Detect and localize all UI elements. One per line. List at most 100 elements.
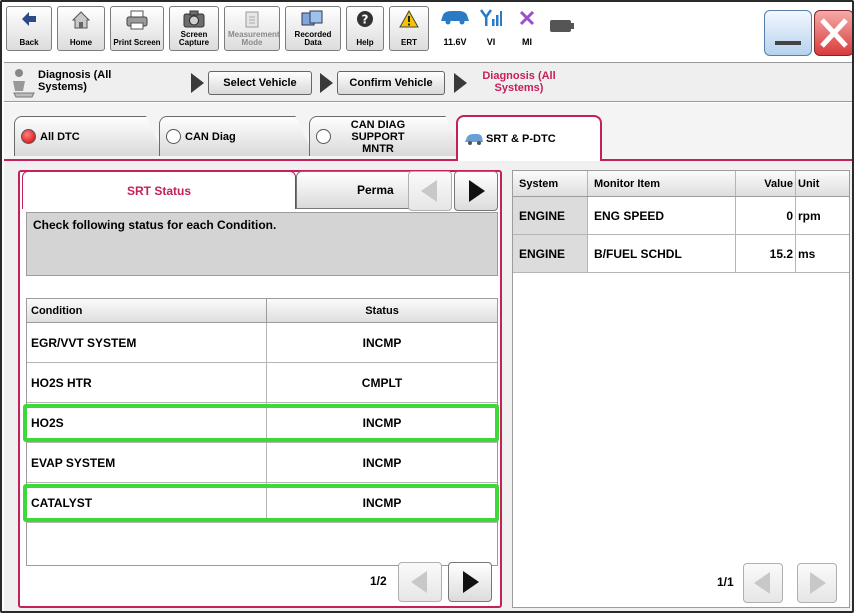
home-icon: [71, 11, 91, 29]
tab-can-diag[interactable]: CAN Diag: [159, 116, 314, 156]
tab-srt-status[interactable]: SRT Status: [22, 171, 296, 209]
status-cell: INCMP: [362, 415, 402, 430]
column-header-condition: Condition: [27, 299, 267, 322]
table-row[interactable]: HO2S INCMP: [23, 403, 499, 443]
breadcrumb-root[interactable]: Diagnosis (All Systems): [38, 69, 148, 93]
scroll-tabs-left-button[interactable]: [408, 171, 452, 211]
breadcrumb-arrow-icon: [191, 73, 204, 93]
close-button[interactable]: [814, 10, 852, 56]
system-cell: ENGINE: [513, 235, 588, 272]
status-cell: INCMP: [362, 335, 402, 350]
status-indicators: 11.6V VI MI: [437, 6, 579, 51]
monitor-previous-page-button[interactable]: [743, 563, 783, 603]
battery-voltage-indicator: 11.6V: [437, 6, 473, 51]
print-screen-button[interactable]: Print Screen: [110, 6, 164, 51]
home-button[interactable]: Home: [57, 6, 105, 51]
select-vehicle-button[interactable]: Select Vehicle: [208, 71, 312, 95]
table-header: Condition Status: [27, 299, 497, 323]
triangle-right-icon: [810, 572, 826, 594]
tab-can-diag-label: CAN Diag: [185, 130, 236, 143]
ert-label: ERT: [401, 38, 417, 47]
status-cell: INCMP: [362, 495, 402, 510]
close-icon: [820, 18, 848, 48]
condition-table: Condition Status EGR/VVT SYSTEM INCMP HO…: [23, 298, 499, 566]
print-screen-label: Print Screen: [113, 38, 161, 47]
monitor-row[interactable]: ENGINE B/FUEL SCHDL 15.2 ms: [513, 235, 849, 273]
scroll-tabs-right-button[interactable]: [454, 171, 498, 211]
tab-permanent-dtc[interactable]: Perma: [296, 171, 416, 209]
column-header-value: Value: [736, 171, 796, 196]
recorded-data-icon: [301, 10, 323, 26]
empty-status-icon: [166, 129, 181, 144]
previous-page-button[interactable]: [398, 562, 442, 602]
instruction-message: Check following status for each Conditio…: [26, 212, 498, 276]
condition-cell: EGR/VVT SYSTEM: [27, 323, 267, 362]
data-monitor-panel: System Monitor Item Value Unit ENGINE EN…: [512, 170, 850, 608]
condition-cell: CATALYST: [27, 483, 267, 522]
column-header-system: System: [513, 171, 588, 196]
car-icon: [441, 11, 469, 25]
battery-indicator: [545, 6, 579, 51]
condition-cell: HO2S: [27, 403, 267, 442]
tab-all-dtc-label: All DTC: [40, 130, 80, 143]
screen-capture-button[interactable]: Screen Capture: [169, 6, 219, 51]
table-row[interactable]: EVAP SYSTEM INCMP: [27, 443, 497, 483]
tab-all-dtc[interactable]: All DTC: [14, 116, 164, 156]
breadcrumb-current: Diagnosis (All Systems): [482, 70, 556, 94]
breadcrumb: Diagnosis (All Systems) Select Vehicle C…: [4, 62, 852, 102]
voltage-label: 11.6V: [443, 37, 467, 47]
red-status-icon: [21, 129, 36, 144]
monitor-page-indicator: 1/1: [717, 575, 734, 589]
column-header-monitor-item: Monitor Item: [588, 171, 736, 196]
monitor-row[interactable]: ENGINE ENG SPEED 0 rpm: [513, 197, 849, 235]
tab-bar: All DTC CAN Diag CAN DIAG SUPPORT MNTR S…: [4, 103, 852, 161]
help-button[interactable]: ? Help: [346, 6, 384, 51]
minimize-button[interactable]: [764, 10, 812, 56]
printer-icon: [126, 10, 148, 30]
measurement-mode-button[interactable]: Measurement Mode: [224, 6, 280, 51]
home-label: Home: [69, 38, 93, 47]
value-cell: 15.2: [736, 235, 796, 272]
tab-srt-pdtc[interactable]: SRT & P-DTC: [456, 115, 602, 161]
app-window: Back Home Print Screen Screen Capture Me…: [0, 0, 854, 613]
system-cell: ENGINE: [513, 197, 588, 234]
empty-status-icon: [316, 129, 331, 144]
triangle-right-icon: [469, 180, 485, 202]
toolbar: Back Home Print Screen Screen Capture Me…: [6, 6, 852, 60]
next-page-button[interactable]: [448, 562, 492, 602]
monitor-next-page-button[interactable]: [797, 563, 837, 603]
clipboard-icon: [245, 11, 259, 28]
table-row[interactable]: HO2S HTR CMPLT: [27, 363, 497, 403]
vi-label: VI: [486, 37, 496, 47]
condition-cell: HO2S HTR: [27, 363, 267, 402]
monitor-table-header: System Monitor Item Value Unit: [513, 171, 849, 197]
battery-icon: [550, 20, 574, 32]
warning-icon: [399, 10, 419, 28]
table-row[interactable]: CATALYST INCMP: [23, 483, 499, 523]
signal-icon: [480, 9, 502, 26]
tab-can-diag-support-label: CAN DIAG SUPPORT MNTR: [350, 118, 406, 155]
back-button[interactable]: Back: [6, 6, 52, 51]
tab-can-diag-support-mntr[interactable]: CAN DIAG SUPPORT MNTR: [309, 116, 464, 156]
mi-label: MI: [522, 37, 532, 47]
technician-car-icon: [13, 69, 35, 98]
unit-cell: ms: [798, 246, 816, 261]
table-row[interactable]: EGR/VVT SYSTEM INCMP: [27, 323, 497, 363]
triangle-left-icon: [421, 180, 437, 202]
value-cell: 0: [736, 197, 796, 234]
recorded-data-button[interactable]: Recorded Data: [285, 6, 341, 51]
page-indicator: 1/2: [370, 574, 387, 588]
confirm-vehicle-button[interactable]: Confirm Vehicle: [337, 71, 445, 95]
breadcrumb-arrow-icon: [320, 73, 333, 93]
triangle-left-icon: [754, 572, 770, 594]
disconnected-x-icon: [519, 10, 535, 26]
triangle-right-icon: [463, 571, 479, 593]
camera-icon: [183, 10, 205, 28]
unit-cell: rpm: [798, 208, 821, 223]
column-header-unit: Unit: [798, 177, 820, 190]
main-content: SRT Status Perma Check following status …: [4, 159, 852, 611]
status-cell: CMPLT: [361, 375, 403, 390]
srt-car-icon: [465, 134, 483, 145]
vi-indicator: VI: [473, 6, 509, 51]
ert-button[interactable]: ERT: [389, 6, 429, 51]
